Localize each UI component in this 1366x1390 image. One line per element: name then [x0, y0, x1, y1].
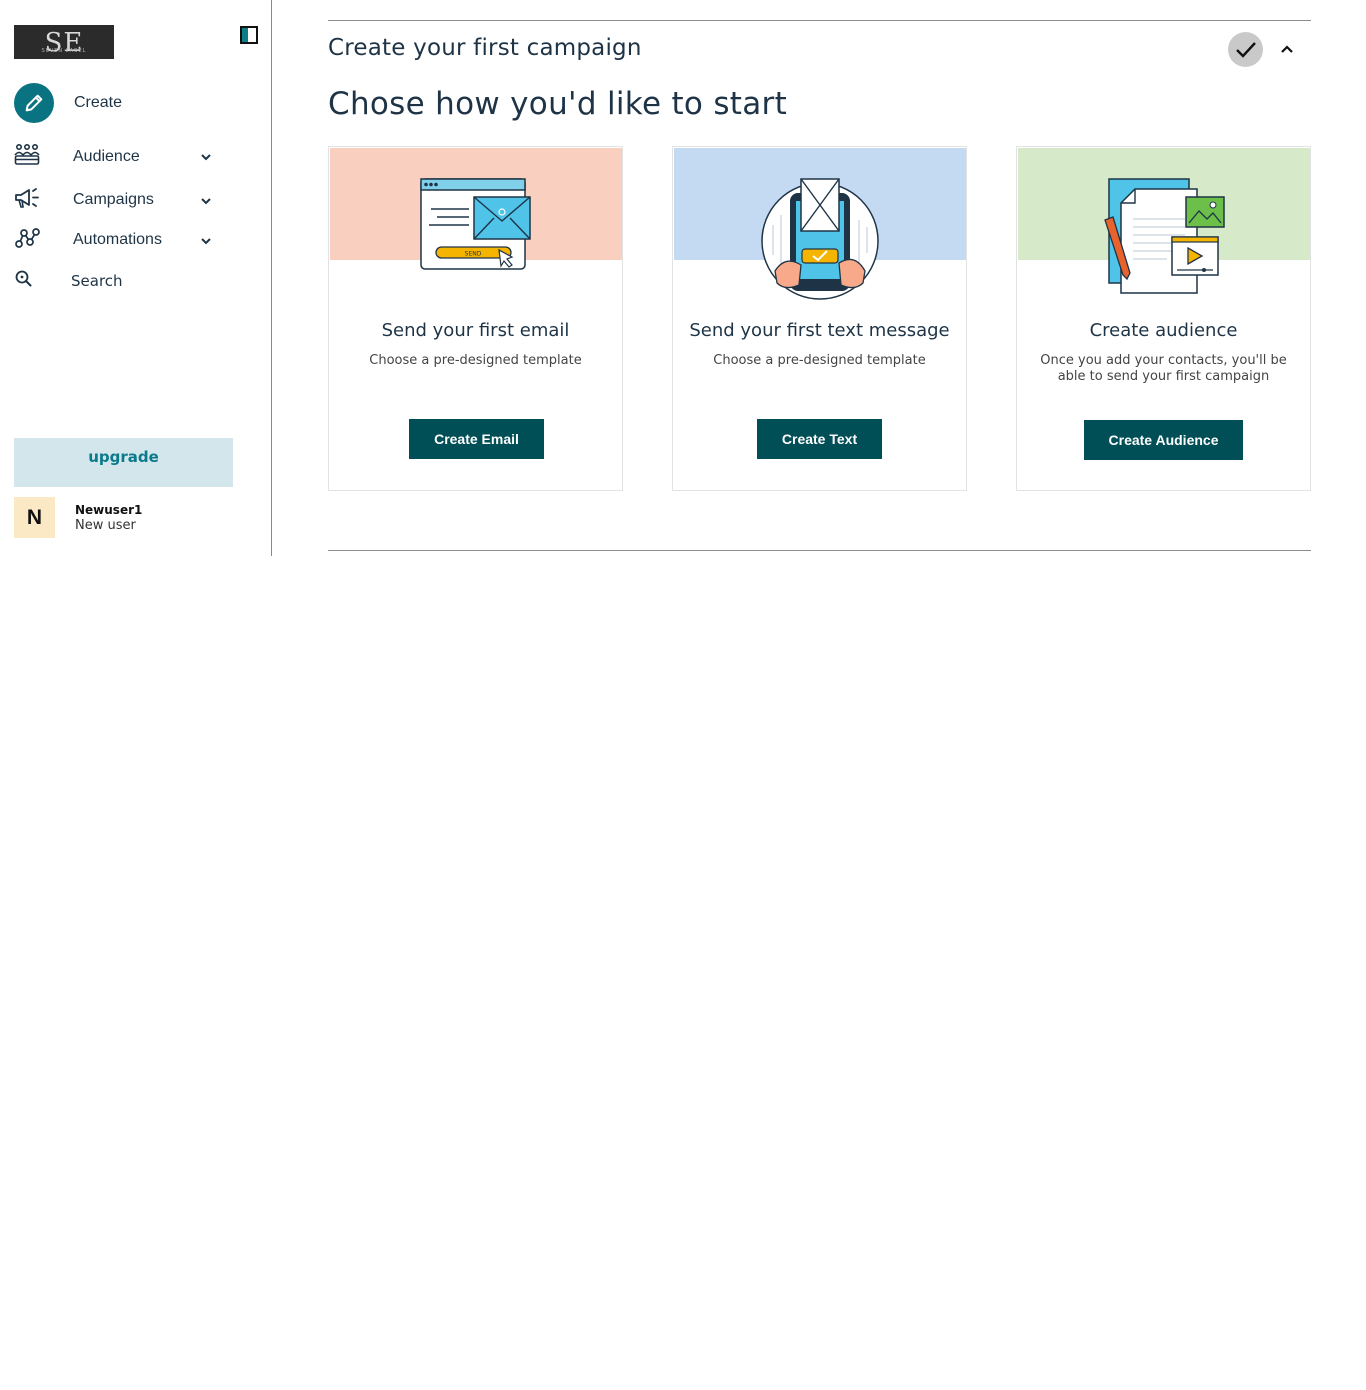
- chevron-down-icon[interactable]: [200, 232, 214, 246]
- automations-icon: [14, 227, 40, 253]
- upgrade-button[interactable]: upgrade: [14, 438, 233, 487]
- avatar: N: [14, 497, 55, 538]
- sidebar-item-label: Campaigns: [73, 191, 154, 208]
- sidebar-item-campaigns[interactable]: Campaigns: [14, 187, 219, 213]
- chevron-down-icon[interactable]: [200, 148, 214, 162]
- card-title: Send your first text message: [689, 320, 950, 341]
- send-art-label: SEND: [465, 251, 482, 258]
- checkmark-icon: [1228, 32, 1263, 67]
- card-title: Send your first email: [381, 320, 570, 341]
- chevron-up-icon[interactable]: [1279, 42, 1295, 58]
- sidebar-item-automations[interactable]: Automations: [14, 227, 219, 253]
- sidebar: SE SEVEN LABEL Create Audience Campaigns…: [0, 0, 272, 556]
- section-divider-bottom: [328, 550, 1311, 551]
- logo-tagline: SEVEN LABEL: [41, 48, 87, 54]
- email-illustration-icon: SEND: [329, 175, 622, 301]
- megaphone-icon: [14, 187, 40, 213]
- sidebar-item-label: Audience: [73, 148, 140, 165]
- card-title: Create audience: [1089, 320, 1238, 341]
- documents-illustration-icon: [1017, 175, 1310, 301]
- sidebar-item-label: Automations: [73, 231, 162, 248]
- brand-logo[interactable]: SE SEVEN LABEL: [14, 25, 114, 59]
- card-description: Choose a pre-designed template: [369, 353, 582, 368]
- card-description: Once you add your contacts, you'll be ab…: [1040, 353, 1287, 384]
- sidebar-toggle-icon[interactable]: [240, 26, 258, 44]
- sidebar-item-label: Create: [74, 94, 123, 111]
- user-name: Newuser1: [75, 502, 143, 517]
- create-text-button[interactable]: Create Text: [757, 419, 882, 459]
- user-role: New user: [75, 517, 136, 533]
- email-card: SEND Send your first email Choose a pre-…: [328, 146, 623, 491]
- audience-card: Create audience Once you add your contac…: [1016, 146, 1311, 491]
- chevron-down-icon[interactable]: [200, 192, 214, 206]
- sidebar-item-create[interactable]: Create: [14, 83, 122, 123]
- sidebar-item-audience[interactable]: Audience: [14, 143, 219, 171]
- search-icon: [14, 269, 34, 293]
- text-card: Send your first text message Choose a pr…: [672, 146, 967, 491]
- create-email-button[interactable]: Create Email: [409, 419, 544, 459]
- sidebar-item-label: Search: [71, 272, 123, 290]
- page-title: Chose how you'd like to start: [328, 86, 788, 122]
- card-description: Choose a pre-designed template: [713, 353, 926, 368]
- pencil-icon: [14, 83, 54, 123]
- sidebar-item-search[interactable]: Search: [14, 269, 123, 293]
- phone-message-illustration-icon: [673, 175, 966, 301]
- user-profile[interactable]: N Newuser1 New user: [14, 497, 142, 538]
- section-title: Create your first campaign: [328, 35, 642, 61]
- audience-icon: [14, 143, 40, 171]
- upgrade-label: upgrade: [88, 448, 159, 466]
- create-audience-button[interactable]: Create Audience: [1084, 420, 1243, 460]
- section-divider-top: [328, 20, 1311, 21]
